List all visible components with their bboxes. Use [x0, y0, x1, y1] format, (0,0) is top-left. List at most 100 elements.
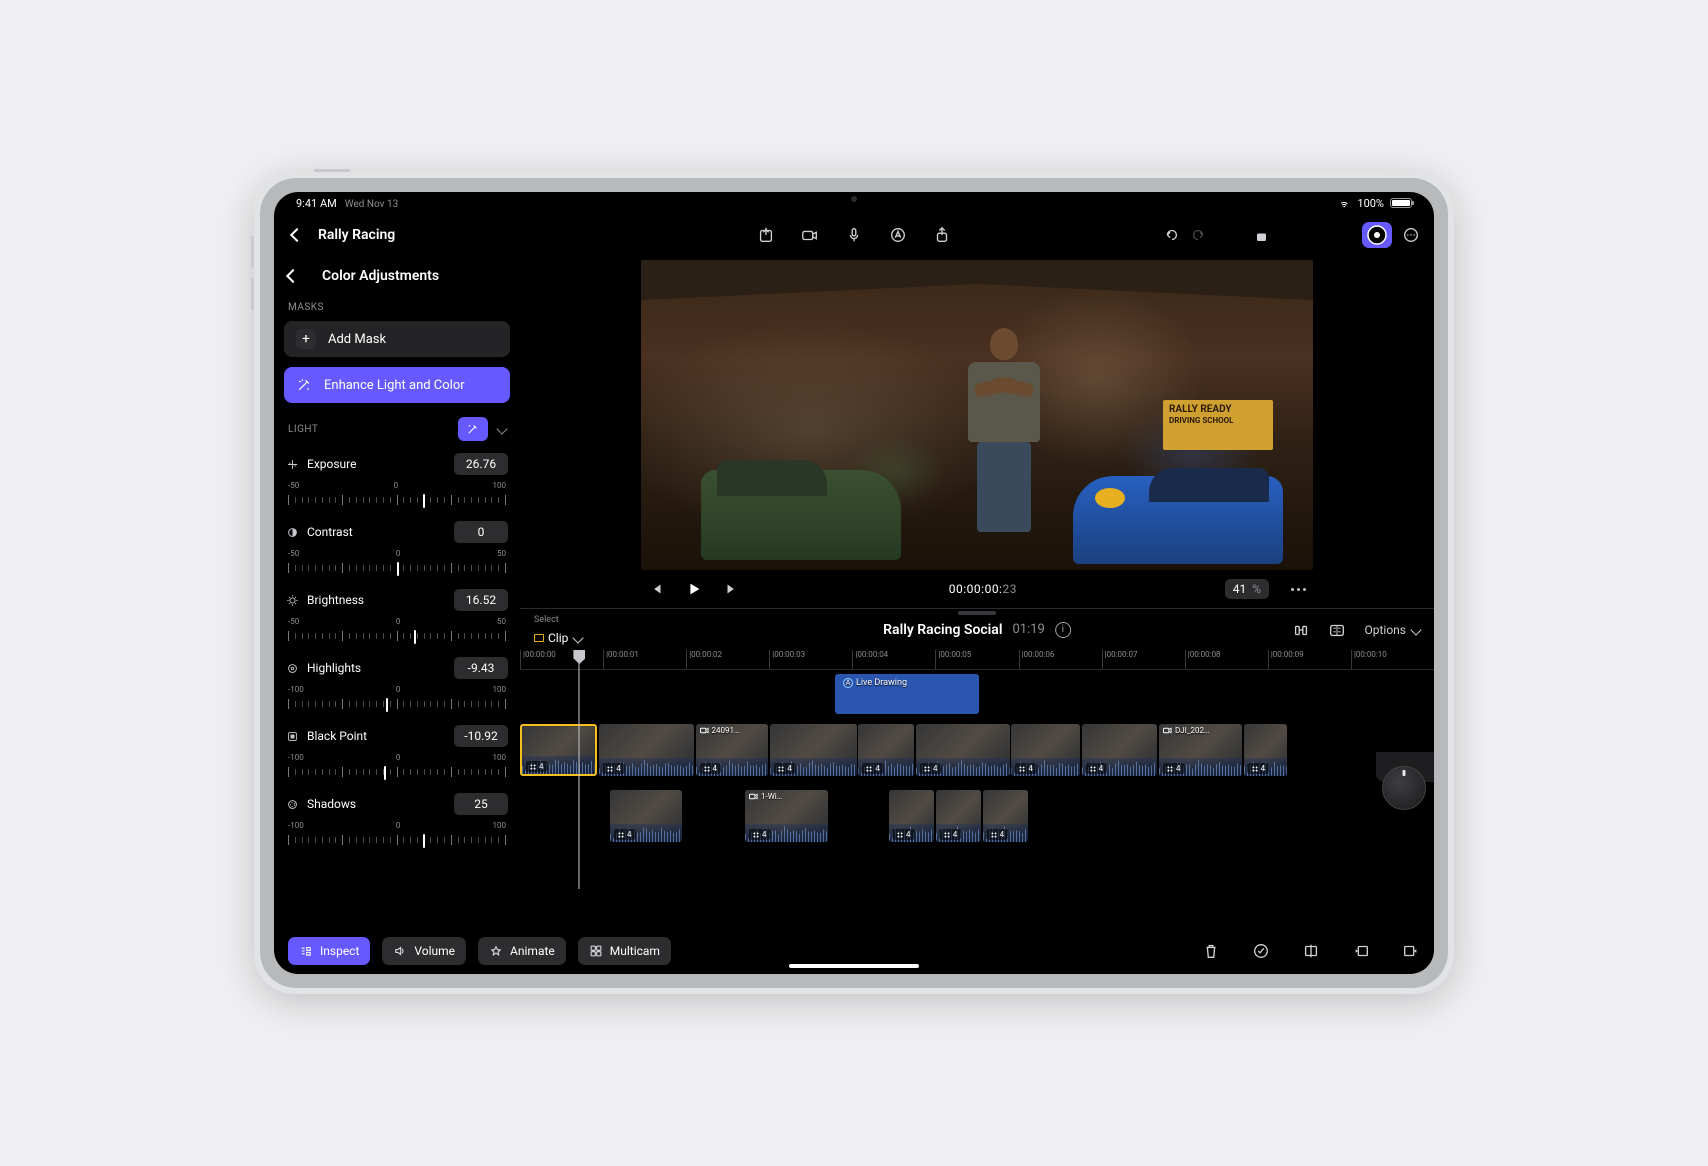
- enable-button[interactable]: [1252, 942, 1270, 960]
- transport-bar: 00:00:00:23 41 %: [641, 570, 1313, 608]
- masks-section-label: MASKS: [288, 302, 506, 313]
- timeline-ruler[interactable]: |00:00:00|00:00:01|00:00:02|00:00:03|00:…: [520, 650, 1434, 670]
- battery-pct: 100%: [1357, 197, 1384, 210]
- param-value[interactable]: 25: [454, 793, 508, 815]
- param-shadows: Shadows 25 -1000100: [284, 789, 510, 849]
- pip-button[interactable]: [1242, 222, 1272, 248]
- camera-notch: [851, 196, 857, 202]
- inspector-panel: Color Adjustments MASKS + Add Mask Enhan…: [274, 256, 520, 928]
- timecode-display[interactable]: 00:00:00:23: [939, 578, 1027, 600]
- live-camera-button[interactable]: [801, 226, 819, 244]
- param-exposure: Exposure 26.76 -500100: [284, 449, 510, 509]
- clip[interactable]: 4: [936, 790, 981, 842]
- battery-icon: [1390, 198, 1412, 208]
- media-button[interactable]: [1282, 222, 1312, 248]
- clip[interactable]: 24091… 4: [696, 724, 768, 776]
- clip[interactable]: 4: [858, 724, 914, 776]
- add-mask-label: Add Mask: [328, 332, 386, 347]
- snapping-button[interactable]: [1328, 621, 1346, 639]
- param-value[interactable]: 16.52: [454, 589, 508, 611]
- effects-button[interactable]: [1322, 222, 1352, 248]
- param-slider[interactable]: -50050: [284, 549, 510, 577]
- clip[interactable]: 4: [983, 790, 1028, 842]
- project-title[interactable]: Rally Racing: [318, 227, 395, 243]
- param-contrast: Contrast 0 -50050: [284, 517, 510, 577]
- redo-button[interactable]: [1190, 226, 1208, 244]
- import-button[interactable]: [757, 226, 775, 244]
- param-slider[interactable]: -1000100: [284, 685, 510, 713]
- param-slider[interactable]: -1000100: [284, 821, 510, 849]
- jog-wheel[interactable]: [1382, 766, 1426, 810]
- clip[interactable]: 4: [520, 724, 597, 776]
- delete-button[interactable]: [1202, 942, 1220, 960]
- clip[interactable]: 4: [1244, 724, 1287, 776]
- prev-frame-button[interactable]: [647, 580, 665, 598]
- param-slider[interactable]: -50050: [284, 617, 510, 645]
- clip[interactable]: DJI_202… 4: [1159, 724, 1242, 776]
- enhance-label: Enhance Light and Color: [324, 378, 465, 393]
- param-value[interactable]: 0: [454, 521, 508, 543]
- light-section-label: LIGHT: [288, 424, 318, 435]
- param-brightness: Brightness 16.52 -50050: [284, 585, 510, 645]
- plus-icon: +: [296, 329, 316, 349]
- clip-icon: [534, 634, 544, 642]
- enhance-button[interactable]: Enhance Light and Color: [284, 367, 510, 403]
- volume-tab[interactable]: Volume: [382, 937, 466, 965]
- add-mask-button[interactable]: + Add Mask: [284, 321, 510, 357]
- param-slider[interactable]: -1000100: [284, 753, 510, 781]
- param-black-point: Black Point -10.92 -1000100: [284, 721, 510, 781]
- multicam-tab[interactable]: Multicam: [578, 937, 671, 965]
- home-indicator[interactable]: [789, 964, 919, 968]
- select-label: Select: [534, 615, 582, 625]
- animate-tab[interactable]: Animate: [478, 937, 566, 965]
- clip[interactable]: 1-Wi… 4: [745, 790, 828, 842]
- more-button[interactable]: [1402, 226, 1420, 244]
- param-value[interactable]: 26.76: [454, 453, 508, 475]
- param-value[interactable]: -10.92: [454, 725, 508, 747]
- magnetic-button[interactable]: [1292, 621, 1310, 639]
- app-header: Rally Racing: [274, 214, 1434, 256]
- trim-end-button[interactable]: [1402, 942, 1420, 960]
- zoom-readout[interactable]: 41 %: [1225, 579, 1269, 599]
- wifi-icon: [1337, 198, 1351, 208]
- clip[interactable]: 4: [916, 724, 1010, 776]
- back-button[interactable]: [288, 226, 306, 244]
- param-slider[interactable]: -500100: [284, 481, 510, 509]
- auto-light-button[interactable]: [458, 417, 488, 441]
- play-button[interactable]: [685, 580, 703, 598]
- light-disclosure[interactable]: [496, 423, 507, 434]
- inspector-toggle[interactable]: [1362, 222, 1392, 248]
- sequence-info-button[interactable]: i: [1055, 622, 1071, 638]
- sign-graphic: RALLY READY DRIVING SCHOOL: [1163, 400, 1273, 450]
- clip[interactable]: 4: [610, 790, 682, 842]
- clip[interactable]: 4: [1011, 724, 1079, 776]
- clip[interactable]: 4: [1082, 724, 1158, 776]
- playhead-line: [579, 650, 580, 889]
- undo-button[interactable]: [1162, 226, 1180, 244]
- preview-viewer[interactable]: RALLY READY DRIVING SCHOOL: [641, 260, 1313, 570]
- clip[interactable]: 4: [599, 724, 694, 776]
- split-button[interactable]: [1302, 942, 1320, 960]
- timeline-header: Select Clip Rally Racing Social 01:19 i: [520, 608, 1434, 650]
- next-frame-button[interactable]: [723, 580, 741, 598]
- clip[interactable]: 4: [889, 790, 934, 842]
- inspector-back-button[interactable]: [284, 267, 302, 285]
- title-clip[interactable]: A Live Drawing: [835, 674, 979, 714]
- status-time: 9:41 AM: [296, 197, 337, 210]
- clip-selector[interactable]: Clip: [534, 631, 582, 645]
- param-value[interactable]: -9.43: [454, 657, 508, 679]
- voiceover-button[interactable]: [845, 226, 863, 244]
- timeline-resize-handle[interactable]: [958, 611, 996, 615]
- sequence-name[interactable]: Rally Racing Social: [883, 622, 1002, 638]
- clip[interactable]: 4: [770, 724, 856, 776]
- param-highlights: Highlights -9.43 -1000100: [284, 653, 510, 713]
- inspect-tab[interactable]: Inspect: [288, 937, 370, 965]
- sequence-duration: 01:19: [1012, 622, 1044, 637]
- status-date: Wed Nov 13: [345, 199, 398, 210]
- viewer-more-button[interactable]: [1289, 580, 1307, 598]
- trim-start-button[interactable]: [1352, 942, 1370, 960]
- auto-button[interactable]: [889, 226, 907, 244]
- timeline[interactable]: A Live Drawing 4 4 24091… 4 4 4 4 4 4 DJ…: [520, 670, 1434, 928]
- share-button[interactable]: [933, 226, 951, 244]
- timeline-options[interactable]: Options: [1364, 623, 1420, 637]
